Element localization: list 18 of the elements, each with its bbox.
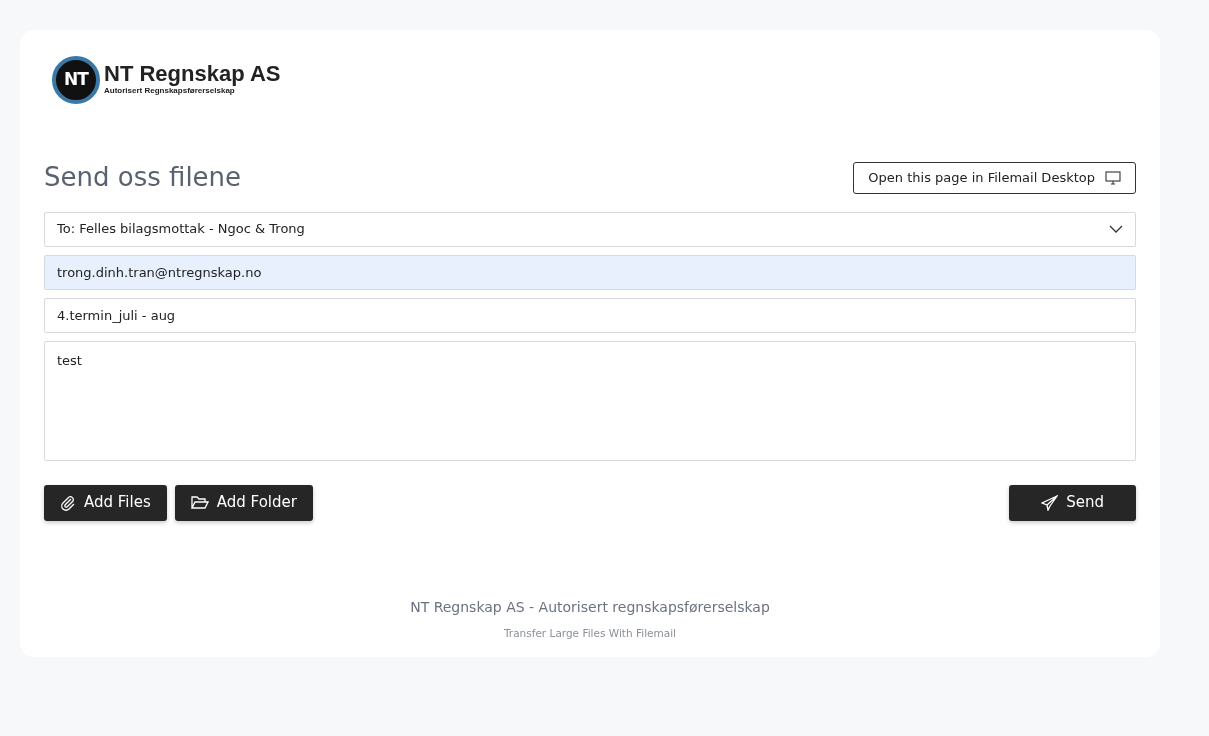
open-desktop-button[interactable]: Open this page in Filemail Desktop (853, 162, 1136, 194)
recipient-select[interactable]: To: Felles bilagsmottak - Ngoc & Trong (44, 211, 1136, 247)
send-button[interactable]: Send (1009, 484, 1136, 521)
add-folder-button[interactable]: Add Folder (174, 484, 313, 521)
logo-tagline: Autorisert Regnskapsførerselskap (104, 86, 236, 97)
message-field[interactable]: test (44, 340, 1136, 461)
logo-name: NT Regnskap AS (104, 63, 281, 85)
page-title: Send oss filene (44, 162, 242, 194)
email-field[interactable]: trong.dinh.tran@ntregnskap.no (44, 254, 1136, 290)
logo-badge: NT (52, 56, 100, 104)
add-files-button[interactable]: Add Files (44, 484, 167, 521)
paperclip-icon (60, 494, 76, 511)
folder-icon (190, 495, 209, 510)
paper-plane-icon (1041, 494, 1059, 511)
footer-text: NT Regnskap AS - Autorisert regnskapsførerselskap (410, 597, 770, 617)
chevron-down-icon (1109, 225, 1123, 233)
monitor-icon (1105, 170, 1121, 185)
subject-field[interactable]: 4.termin_juli - aug (44, 297, 1136, 333)
